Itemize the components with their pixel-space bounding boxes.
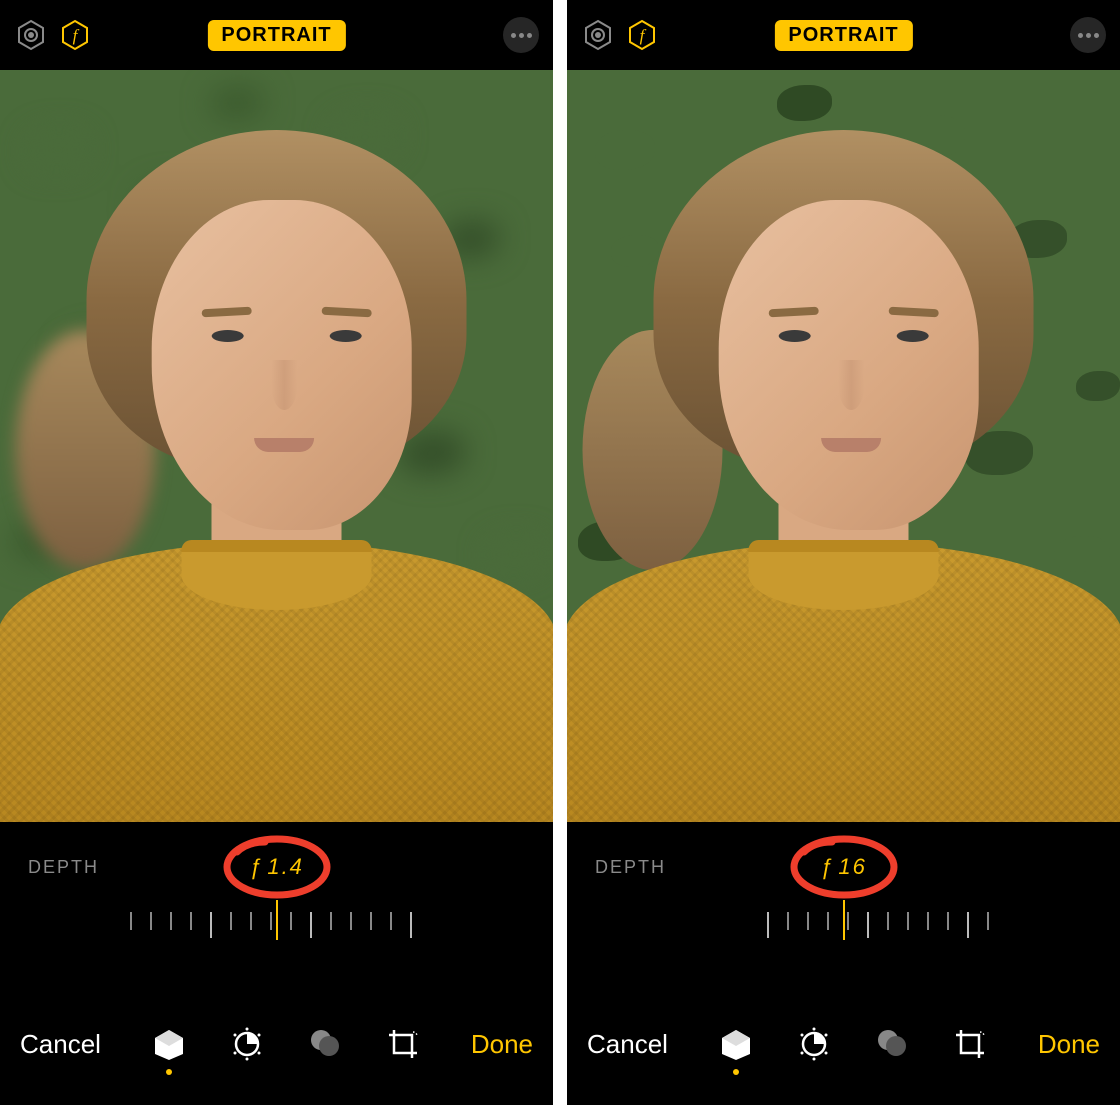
svg-text:f: f [640,26,647,45]
depth-value: ƒ16 [820,854,867,880]
mode-pill[interactable]: PORTRAIT [207,20,345,51]
svg-text:f: f [73,26,80,45]
photo-subject [567,70,1120,822]
adjust-tool-icon[interactable] [226,1023,268,1065]
aperture-icon[interactable]: f [58,18,92,52]
cancel-button[interactable]: Cancel [20,1029,101,1060]
mode-pill[interactable]: PORTRAIT [774,20,912,51]
more-button[interactable] [503,17,539,53]
depth-slider[interactable] [130,912,424,952]
depth-label: DEPTH [595,857,666,878]
crop-tool-icon[interactable] [949,1023,991,1065]
header-icons-left: f [14,18,92,52]
portrait-lighting-icon[interactable] [581,18,615,52]
done-button[interactable]: Done [1038,1029,1100,1060]
toolbar-icons [148,1023,424,1065]
portrait-tool-icon[interactable] [148,1023,190,1065]
photo-preview[interactable] [567,70,1120,822]
toolbar-icons [715,1023,991,1065]
depth-slider-row [0,912,553,984]
filters-tool-icon[interactable] [871,1023,913,1065]
portrait-tool-icon[interactable] [715,1023,757,1065]
header-icons-left: f [581,18,659,52]
depth-label: DEPTH [28,857,99,878]
adjust-tool-icon[interactable] [793,1023,835,1065]
done-button[interactable]: Done [471,1029,533,1060]
portrait-lighting-icon[interactable] [14,18,48,52]
toolbar: Cancel Done [567,984,1120,1104]
toolbar: Cancel Done [0,984,553,1104]
crop-tool-icon[interactable] [382,1023,424,1065]
editor-pane-right: f PORTRAIT [567,0,1120,1105]
cancel-button[interactable]: Cancel [587,1029,668,1060]
header: f PORTRAIT [0,0,553,70]
aperture-icon[interactable]: f [625,18,659,52]
depth-row: DEPTH ƒ16 [567,822,1120,912]
more-button[interactable] [1070,17,1106,53]
depth-value: ƒ1.4 [249,854,304,880]
editor-pane-left: f PORTRAIT [0,0,553,1105]
photo-preview[interactable] [0,70,553,822]
depth-slider-row [567,912,1120,984]
photo-subject [0,70,553,822]
depth-slider[interactable] [697,912,991,952]
depth-row: DEPTH ƒ1.4 [0,822,553,912]
filters-tool-icon[interactable] [304,1023,346,1065]
header: f PORTRAIT [567,0,1120,70]
